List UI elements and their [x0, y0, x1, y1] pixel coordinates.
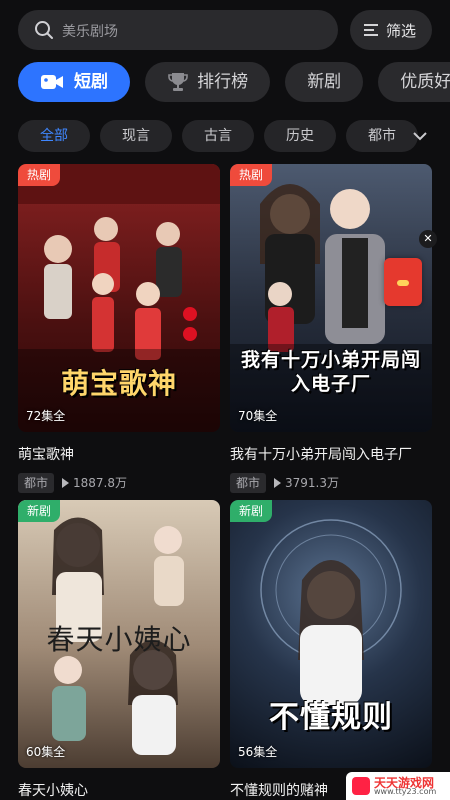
drama-poster[interactable]: 新剧 不懂规则 56集全	[230, 500, 432, 768]
close-icon[interactable]: ✕	[419, 230, 437, 248]
drama-poster[interactable]: 新剧 春天小姨心 60集全	[18, 500, 220, 768]
search-placeholder: 美乐剧场	[62, 24, 118, 40]
drama-card[interactable]: 热剧 我有十万小弟开局闯入电子厂 70集全 ✕ 我有十万小弟开局闯入电子厂 都市…	[230, 164, 437, 493]
filter-icon	[364, 24, 378, 36]
watermark-icon	[352, 777, 370, 795]
chevron-down-icon[interactable]	[412, 128, 428, 144]
search-input[interactable]: 美乐剧场	[18, 10, 338, 50]
play-count-icon	[62, 477, 70, 488]
view-count: 3791.3万	[285, 476, 340, 490]
poster-title: 不懂规则	[269, 700, 393, 735]
play-count-icon	[274, 477, 282, 488]
status-badge: 热剧	[230, 164, 273, 186]
genre-tag: 都市	[18, 472, 55, 493]
genre-tag: 都市	[230, 472, 267, 493]
tab-ranking[interactable]: 排行榜	[145, 62, 271, 102]
video-camera-icon	[41, 75, 63, 89]
top-bar: 美乐剧场 筛选	[18, 10, 432, 50]
drama-card[interactable]: 热剧 萌宝歌神 72集全 萌宝歌神 都市 1887.8万	[18, 164, 220, 493]
drama-meta: 都市 1887.8万	[18, 472, 220, 493]
red-packet-icon[interactable]	[384, 258, 422, 306]
main-tabs: 短剧 排行榜 新剧 优质好剧	[18, 62, 450, 104]
filter-button[interactable]: 筛选	[350, 10, 432, 50]
tab-label: 排行榜	[197, 72, 249, 92]
poster-title: 我有十万小弟开局闯入电子厂	[240, 349, 421, 395]
episode-count: 60集全	[26, 745, 66, 759]
trophy-icon	[168, 73, 188, 91]
tab-quality-drama[interactable]: 优质好剧	[378, 62, 450, 102]
tab-new-drama[interactable]: 新剧	[285, 62, 364, 102]
episode-count: 72集全	[26, 409, 66, 423]
category-modern-romance[interactable]: 现言	[100, 120, 172, 152]
filter-label: 筛选	[386, 22, 417, 40]
category-all[interactable]: 全部	[18, 120, 90, 152]
status-badge: 热剧	[18, 164, 61, 186]
view-count: 1887.8万	[73, 476, 128, 490]
drama-title[interactable]: 萌宝歌神	[18, 444, 220, 464]
drama-title[interactable]: 春天小姨心	[18, 780, 220, 800]
category-filter: 全部 现言 古言 历史 都市	[18, 120, 450, 154]
category-urban[interactable]: 都市	[346, 120, 418, 152]
drama-card[interactable]: 新剧 春天小姨心 60集全 春天小姨心	[18, 500, 220, 800]
category-history[interactable]: 历史	[264, 120, 336, 152]
tab-short-drama[interactable]: 短剧	[18, 62, 130, 102]
poster-title: 春天小姨心	[46, 623, 192, 656]
category-ancient-romance[interactable]: 古言	[182, 120, 254, 152]
watermark-url: www.tty23.com	[374, 787, 437, 796]
tab-label: 短剧	[74, 72, 108, 92]
tab-label: 新剧	[307, 72, 342, 92]
drama-meta: 都市 3791.3万	[230, 472, 432, 493]
drama-poster[interactable]: 热剧 萌宝歌神 72集全	[18, 164, 220, 432]
search-icon	[35, 21, 53, 39]
episode-count: 70集全	[238, 409, 278, 423]
episode-count: 56集全	[238, 745, 278, 759]
drama-title[interactable]: 我有十万小弟开局闯入电子厂	[230, 444, 432, 464]
status-badge: 新剧	[230, 500, 273, 522]
status-badge: 新剧	[18, 500, 61, 522]
drama-poster[interactable]: 热剧 我有十万小弟开局闯入电子厂 70集全	[230, 164, 432, 432]
tab-label: 优质好剧	[400, 72, 450, 92]
poster-title: 萌宝歌神	[60, 367, 177, 400]
drama-card[interactable]: 新剧 不懂规则 56集全 不懂规则的赌神	[230, 500, 432, 800]
watermark-logo: 天天游戏网 www.tty23.com	[346, 772, 450, 800]
